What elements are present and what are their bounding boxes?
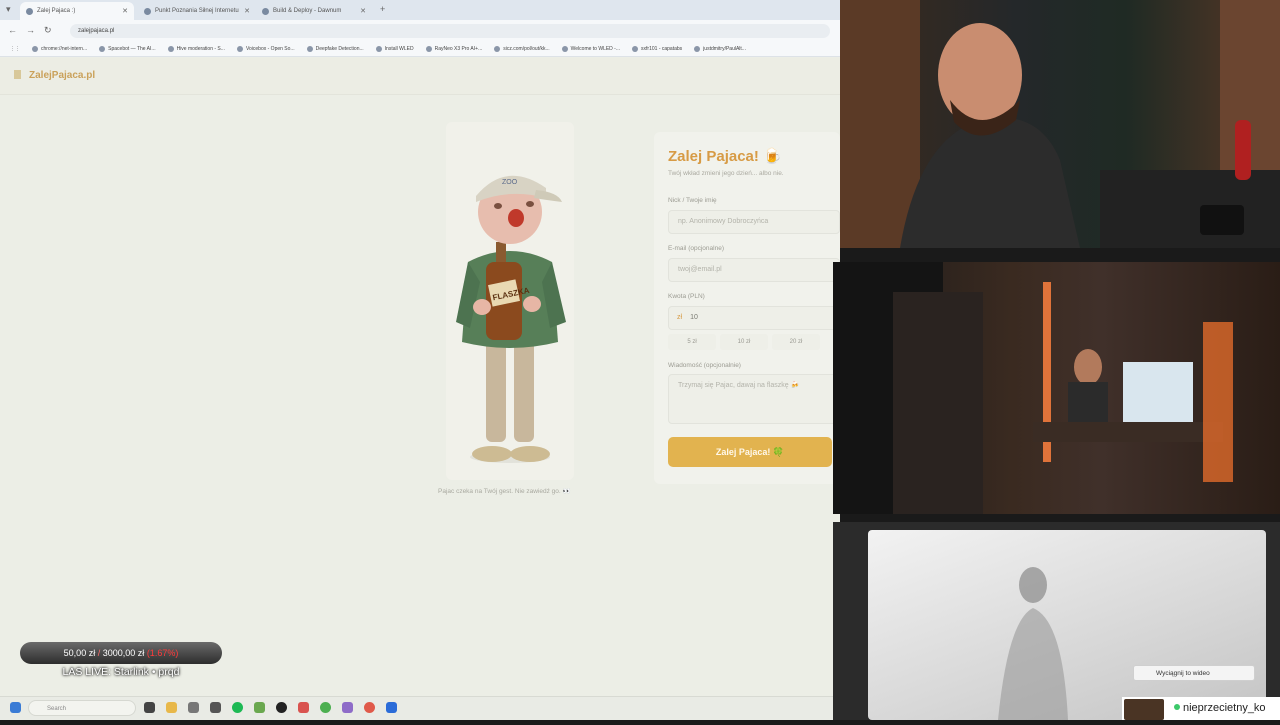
video-preview[interactable]	[868, 530, 1266, 720]
bookmark-item[interactable]: sxfr101 - capatabs	[632, 46, 682, 52]
app-icon[interactable]	[188, 702, 199, 713]
forward-icon[interactable]: →	[26, 25, 35, 35]
bookmark-item[interactable]: sicz.com/pol/out/kk...	[494, 46, 550, 52]
tab-build-deploy[interactable]: Build & Deploy - Dawnum ✕	[256, 2, 372, 20]
username-text: nieprzecietny_ko	[1183, 702, 1266, 714]
back-icon[interactable]: ←	[8, 25, 17, 35]
site-header	[0, 58, 840, 95]
browser-window: ▾ Zalej Pajaca :) ✕ Punkt Poznania Siłne…	[0, 0, 840, 720]
bookmark-favicon-icon	[425, 46, 432, 52]
tab-label: Build & Deploy - Dawnum	[273, 8, 342, 14]
tab-bar: ▾ Zalej Pajaca :) ✕ Punkt Poznania Siłne…	[0, 0, 840, 20]
bookmark-favicon-icon	[561, 46, 568, 52]
chrome-icon[interactable]	[320, 702, 331, 713]
app-icon[interactable]	[254, 702, 265, 713]
submit-donation-button[interactable]: Zalej Pajaca! 🍀	[668, 437, 832, 467]
task-view-icon[interactable]	[144, 702, 155, 713]
url-input[interactable]: zalejpajaca.pl	[70, 24, 830, 38]
apps-grid-icon[interactable]: ⋮⋮	[10, 46, 20, 52]
bookmark-item[interactable]: Install WLED	[375, 46, 414, 52]
windows-start-icon[interactable]	[10, 702, 21, 713]
bookmark-favicon-icon	[375, 46, 382, 52]
bookmark-favicon-icon	[32, 46, 38, 52]
donation-progress-bar: 50,00 zł / 3000,00 zł (1.67%)	[20, 642, 222, 664]
app-icon[interactable]	[364, 702, 375, 713]
site-favicon-icon	[26, 7, 33, 15]
obs-icon[interactable]	[276, 702, 287, 713]
amount-input[interactable]: zł 10	[668, 306, 840, 330]
bookmark-item[interactable]: Deepfake Detection...	[306, 46, 364, 52]
app-icon[interactable]	[298, 702, 309, 713]
preset-20-button[interactable]: 20 zł	[772, 334, 820, 350]
tab-punkt-poznania[interactable]: Punkt Poznania Siłnej Internetu ✕	[138, 2, 256, 20]
tab-zalej-pajaca[interactable]: Zalej Pajaca :) ✕	[20, 2, 134, 20]
bookmark-favicon-icon	[694, 46, 701, 52]
app-icon[interactable]	[342, 702, 353, 713]
bookmark-favicon-icon	[632, 46, 639, 52]
bookmark-item[interactable]: Hive moderation - S...	[167, 46, 225, 52]
tab-label: Punkt Poznania Siłnej Internetu	[155, 8, 239, 14]
clown-poster: FLASZKA ZOO	[446, 122, 574, 480]
avatar	[1124, 699, 1164, 720]
live-label: LAS LIVE: Starlink • prqd	[62, 666, 180, 678]
nick-label: Nick / Twoje imię	[668, 197, 717, 204]
bookmark-favicon-icon	[167, 46, 174, 52]
streamer-room-image	[833, 262, 1233, 514]
bookmark-favicon-icon	[236, 46, 243, 52]
message-textarea[interactable]: Trzymaj się Pajac, dawaj na flaszkę 🍻	[668, 374, 840, 424]
bookmark-item[interactable]: RayNeo X3 Pro AI+...	[425, 46, 482, 52]
poster-caption: Pajac czeka na Twój gest. Nie zawiedź go…	[438, 488, 571, 495]
bookmark-favicon-icon	[494, 46, 501, 52]
goal-amount: 3000,00 zł	[102, 648, 145, 658]
bookmark-item[interactable]: Voicebox - Open So...	[236, 46, 295, 52]
bookmark-item[interactable]: chrome://net-intern...	[32, 46, 87, 52]
amount-value: 10	[690, 314, 698, 321]
progress-separator: /	[97, 648, 101, 658]
webcam-room-view	[833, 262, 1280, 514]
terminal-icon[interactable]	[210, 702, 221, 713]
form-subtitle: Twój wkład zmieni jego dzień... albo nie…	[668, 170, 784, 177]
github-icon	[262, 7, 269, 15]
vscode-icon[interactable]	[386, 702, 397, 713]
raised-amount: 50,00 zł	[63, 648, 96, 658]
close-icon[interactable]: ✕	[360, 7, 366, 15]
preset-10-button[interactable]: 10 zł	[720, 334, 768, 350]
form-title: Zalej Pajaca! 🍺	[668, 148, 782, 165]
email-label: E-mail (opcjonalne)	[668, 245, 724, 252]
email-input[interactable]: twoj@email.pl	[668, 258, 840, 282]
close-icon[interactable]: ✕	[122, 7, 128, 15]
bookmark-item[interactable]: Spacebot — The AI...	[99, 46, 156, 52]
site-logo-text: ZalejPajaca.pl	[29, 70, 96, 81]
nick-input[interactable]: np. Anonimowy Dobroczyńca	[668, 210, 840, 234]
spotify-icon[interactable]	[232, 702, 243, 713]
file-explorer-icon[interactable]	[166, 702, 177, 713]
figure-silhouette-image	[998, 567, 1068, 720]
pop-out-video-tooltip[interactable]: Wyciągnij to wideo	[1133, 665, 1255, 681]
preset-5-button[interactable]: 5 zł	[668, 334, 716, 350]
bookmark-favicon-icon	[99, 46, 106, 52]
site-logo[interactable]: ZalejPajaca.pl	[14, 70, 95, 81]
taskbar-search-input[interactable]: Search	[28, 700, 136, 716]
globe-icon	[144, 7, 151, 15]
amount-label: Kwota (PLN)	[668, 293, 705, 300]
new-tab-icon[interactable]: +	[380, 4, 385, 14]
bookmark-favicon-icon	[306, 46, 313, 52]
progress-percent: (1.67%)	[146, 648, 179, 658]
svg-text:ZOO: ZOO	[502, 179, 518, 186]
tab-menu-icon[interactable]: ▾	[6, 4, 11, 15]
bookmarks-bar: ⋮⋮ chrome://net-intern... Spacebot — The…	[0, 42, 840, 57]
bookmark-item[interactable]: Welcome to WLED -...	[561, 46, 620, 52]
clown-figure-illustration: FLASZKA ZOO	[456, 175, 566, 463]
close-icon[interactable]: ✕	[244, 7, 250, 15]
streamer-username: nieprzecietny_ko	[1174, 702, 1266, 714]
live-status-dot-icon	[1174, 704, 1180, 710]
beer-icon	[14, 70, 21, 79]
webcam-front-view	[840, 0, 1280, 248]
streamer-front-image	[840, 0, 1280, 248]
message-label: Wiadomość (opcjonalnie)	[668, 362, 741, 369]
tab-label: Zalej Pajaca :)	[37, 8, 76, 14]
reload-icon[interactable]: ↻	[44, 25, 52, 36]
currency-symbol: zł	[677, 314, 683, 321]
bookmark-item[interactable]: justdmitry/PaulAlt...	[694, 46, 746, 52]
